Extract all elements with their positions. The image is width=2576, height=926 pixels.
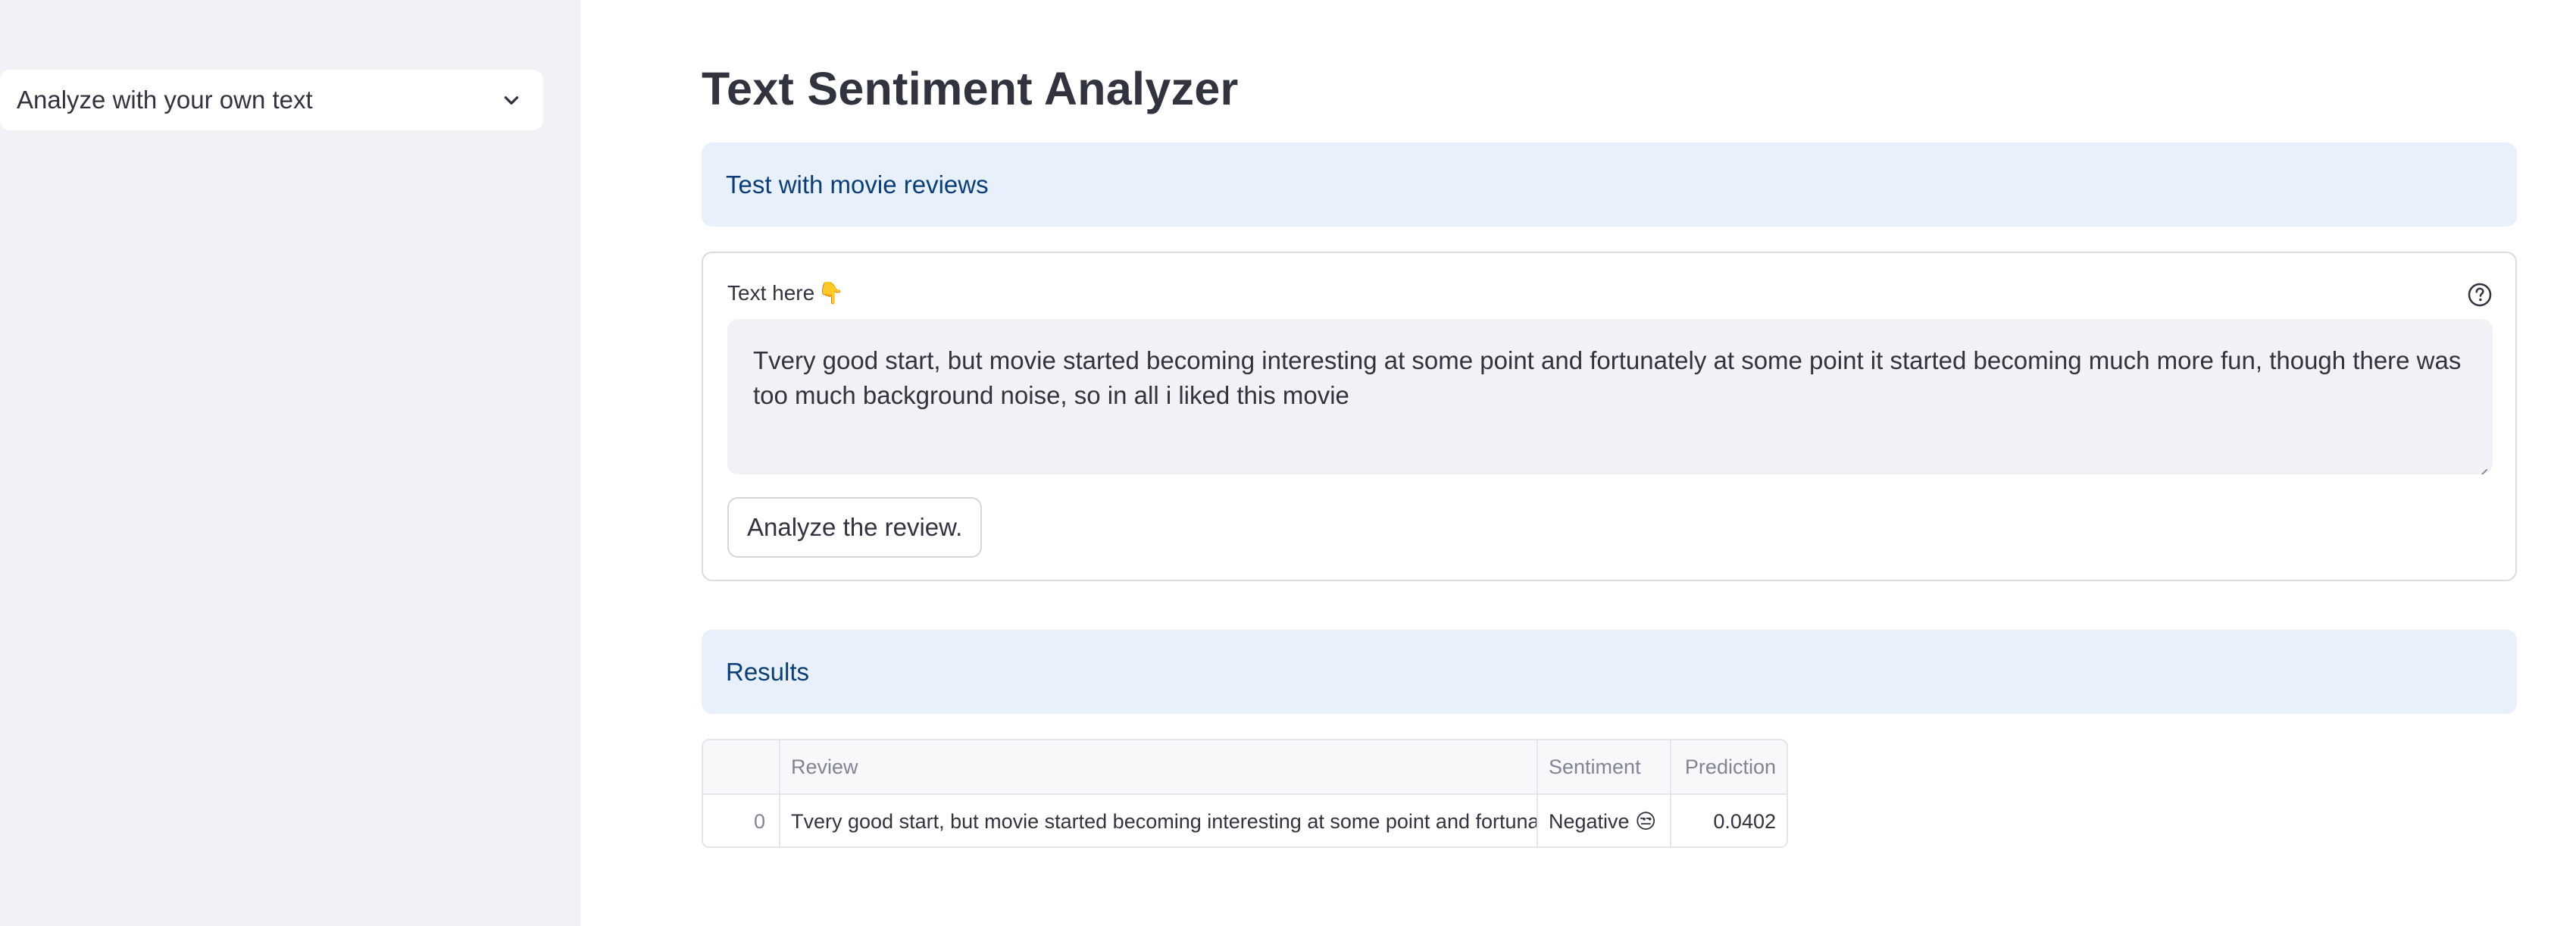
review-form: Text here 👇 Tvery good start, but movie s…: [702, 252, 2517, 581]
mode-select-value: Analyze with your own text: [17, 86, 313, 114]
prediction-cell[interactable]: 0.0402: [1671, 795, 1787, 846]
review-textarea[interactable]: Tvery good start, but movie started beco…: [727, 319, 2493, 474]
mode-select[interactable]: Analyze with your own text: [0, 70, 543, 130]
sidebar: Analyze with your own text: [0, 0, 580, 926]
row-index-cell: 0: [703, 795, 780, 846]
analyze-button[interactable]: Analyze the review.: [727, 497, 983, 558]
review-cell[interactable]: Tvery good start, but movie started beco…: [780, 795, 1538, 846]
chevron-down-icon: [496, 85, 527, 115]
resize-handle-icon[interactable]: [2473, 455, 2488, 474]
results-header-text: Results: [726, 657, 810, 686]
table-row: 0 Tvery good start, but movie started be…: [703, 795, 1787, 846]
column-header-index[interactable]: [703, 740, 780, 793]
results-header-info: Results: [702, 630, 2517, 714]
textarea-label-text: Text here: [727, 280, 815, 305]
section-header-info: Test with movie reviews: [702, 142, 2517, 227]
sentiment-cell[interactable]: Negative 😒: [1538, 795, 1671, 846]
table-header-row: Review Sentiment Prediction: [703, 740, 1787, 795]
column-header-sentiment[interactable]: Sentiment: [1538, 740, 1671, 793]
pointing-down-icon: 👇: [818, 281, 845, 305]
results-table[interactable]: Review Sentiment Prediction 0 Tvery good…: [702, 739, 1788, 848]
page-title: Text Sentiment Analyzer: [702, 63, 1239, 114]
textarea-label: Text here 👇: [727, 280, 844, 305]
section-header-text: Test with movie reviews: [726, 170, 989, 199]
review-textarea-value: Tvery good start, but movie started beco…: [753, 346, 2462, 409]
column-header-prediction[interactable]: Prediction: [1671, 740, 1787, 793]
column-header-review[interactable]: Review: [780, 740, 1538, 793]
question-circle-icon[interactable]: [2467, 282, 2493, 308]
